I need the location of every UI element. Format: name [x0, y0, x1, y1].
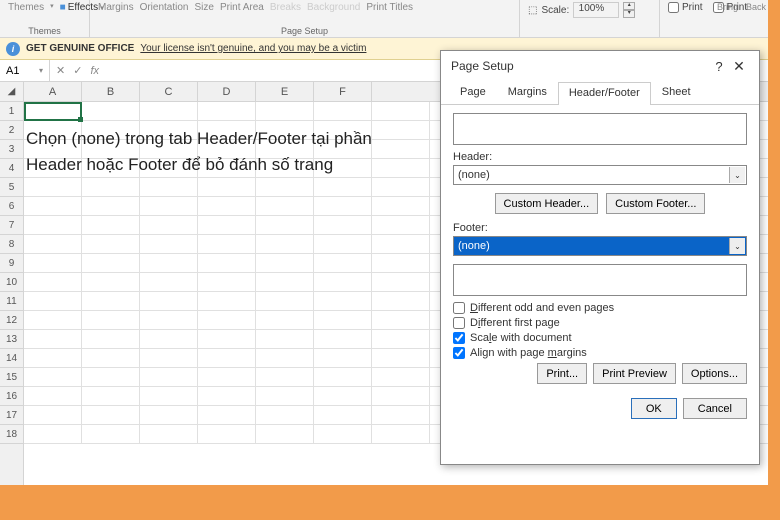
print-button[interactable]: Print...	[537, 363, 587, 384]
dialog-tabs: PageMarginsHeader/FooterSheet	[441, 81, 759, 105]
footer-preview	[453, 264, 747, 296]
name-box[interactable]: A1▾	[0, 60, 50, 81]
footer-dropdown[interactable]: (none) ⌄	[453, 236, 747, 256]
ribbon-size[interactable]: Size	[195, 2, 214, 13]
diff-first-page-checkbox[interactable]: Different first page	[453, 317, 747, 329]
chevron-down-icon[interactable]: ⌄	[729, 238, 745, 254]
scale-input[interactable]: 100%	[573, 2, 619, 18]
row-header-16[interactable]: 16	[0, 387, 23, 406]
row-header-8[interactable]: 8	[0, 235, 23, 254]
help-icon[interactable]: ?	[709, 59, 729, 74]
row-header-6[interactable]: 6	[0, 197, 23, 216]
ribbon-background[interactable]: Background	[307, 2, 360, 13]
tab-sheet[interactable]: Sheet	[651, 81, 702, 104]
row-header-5[interactable]: 5	[0, 178, 23, 197]
scale-icon: ⬚	[528, 5, 537, 16]
ribbon: Themes ▾ ■Effects▾ Themes MarginsOrienta…	[0, 0, 780, 38]
cancel-button[interactable]: Cancel	[683, 398, 747, 419]
dialog-title: Page Setup	[451, 59, 709, 73]
ribbon-group-page-setup: Page Setup	[98, 26, 511, 37]
enter-formula-icon[interactable]: ✓	[73, 64, 82, 77]
instruction-overlay: Chọn (none) trong tab Header/Footer tại …	[26, 126, 386, 177]
col-header-A[interactable]: A	[24, 82, 82, 101]
row-header-18[interactable]: 18	[0, 425, 23, 444]
ok-button[interactable]: OK	[631, 398, 677, 419]
ribbon-margins[interactable]: Margins	[98, 2, 134, 13]
options-button[interactable]: Options...	[682, 363, 747, 384]
row-header-13[interactable]: 13	[0, 330, 23, 349]
chevron-down-icon[interactable]: ⌄	[729, 167, 745, 183]
cancel-formula-icon[interactable]: ✕	[56, 64, 65, 77]
header-dropdown[interactable]: (none) ⌄	[453, 165, 747, 185]
bottom-border	[0, 485, 780, 520]
ribbon-print-area[interactable]: Print Area	[220, 2, 264, 13]
right-border	[768, 0, 780, 485]
ribbon-right-cut: Bring Back	[717, 2, 766, 12]
ribbon-breaks[interactable]: Breaks	[270, 2, 301, 13]
row-header-10[interactable]: 10	[0, 273, 23, 292]
diff-odd-even-checkbox[interactable]: Different odd and even pages	[453, 302, 747, 314]
row-header-7[interactable]: 7	[0, 216, 23, 235]
scale-label: Scale:	[541, 5, 569, 16]
select-all-triangle[interactable]: ◢	[0, 82, 23, 102]
row-header-17[interactable]: 17	[0, 406, 23, 425]
tab-page[interactable]: Page	[449, 81, 497, 104]
col-header-F[interactable]: F	[314, 82, 372, 101]
col-header-B[interactable]: B	[82, 82, 140, 101]
custom-header-button[interactable]: Custom Header...	[495, 193, 599, 214]
row-header-9[interactable]: 9	[0, 254, 23, 273]
ribbon-group-themes: Themes	[8, 26, 81, 37]
info-icon: i	[6, 42, 20, 56]
row-header-12[interactable]: 12	[0, 311, 23, 330]
col-header-D[interactable]: D	[198, 82, 256, 101]
row-header-11[interactable]: 11	[0, 292, 23, 311]
chevron-down-icon: ▾	[50, 2, 54, 10]
tab-header-footer[interactable]: Header/Footer	[558, 82, 651, 105]
custom-footer-button[interactable]: Custom Footer...	[606, 193, 705, 214]
themes-dropdown[interactable]: Themes	[8, 2, 44, 13]
row-header-1[interactable]: 1	[0, 102, 23, 121]
scale-with-doc-checkbox[interactable]: Scale with document	[453, 332, 747, 344]
scale-spinner[interactable]: ▴▾	[623, 2, 635, 18]
header-preview	[453, 113, 747, 145]
col-header-E[interactable]: E	[256, 82, 314, 101]
align-margins-checkbox[interactable]: Align with page margins	[453, 347, 747, 359]
row-header-15[interactable]: 15	[0, 368, 23, 387]
banner-message: Your license isn't genuine, and you may …	[140, 43, 366, 54]
col-header-C[interactable]: C	[140, 82, 198, 101]
print-gridlines-checkbox[interactable]: Print	[668, 2, 703, 13]
fx-icon[interactable]: fx	[90, 65, 99, 77]
page-setup-dialog: Page Setup ? ✕ PageMarginsHeader/FooterS…	[440, 50, 760, 465]
header-label: Header:	[453, 151, 747, 163]
close-icon[interactable]: ✕	[729, 58, 749, 75]
tab-margins[interactable]: Margins	[497, 81, 558, 104]
ribbon-orientation[interactable]: Orientation	[140, 2, 189, 13]
row-header-2[interactable]: 2	[0, 121, 23, 140]
row-header-4[interactable]: 4	[0, 159, 23, 178]
print-preview-button[interactable]: Print Preview	[593, 363, 676, 384]
banner-title: GET GENUINE OFFICE	[26, 43, 134, 54]
row-header-3[interactable]: 3	[0, 140, 23, 159]
dialog-titlebar: Page Setup ? ✕	[441, 51, 759, 81]
ribbon-print-titles[interactable]: Print Titles	[366, 2, 413, 13]
row-header-14[interactable]: 14	[0, 349, 23, 368]
footer-label: Footer:	[453, 222, 747, 234]
